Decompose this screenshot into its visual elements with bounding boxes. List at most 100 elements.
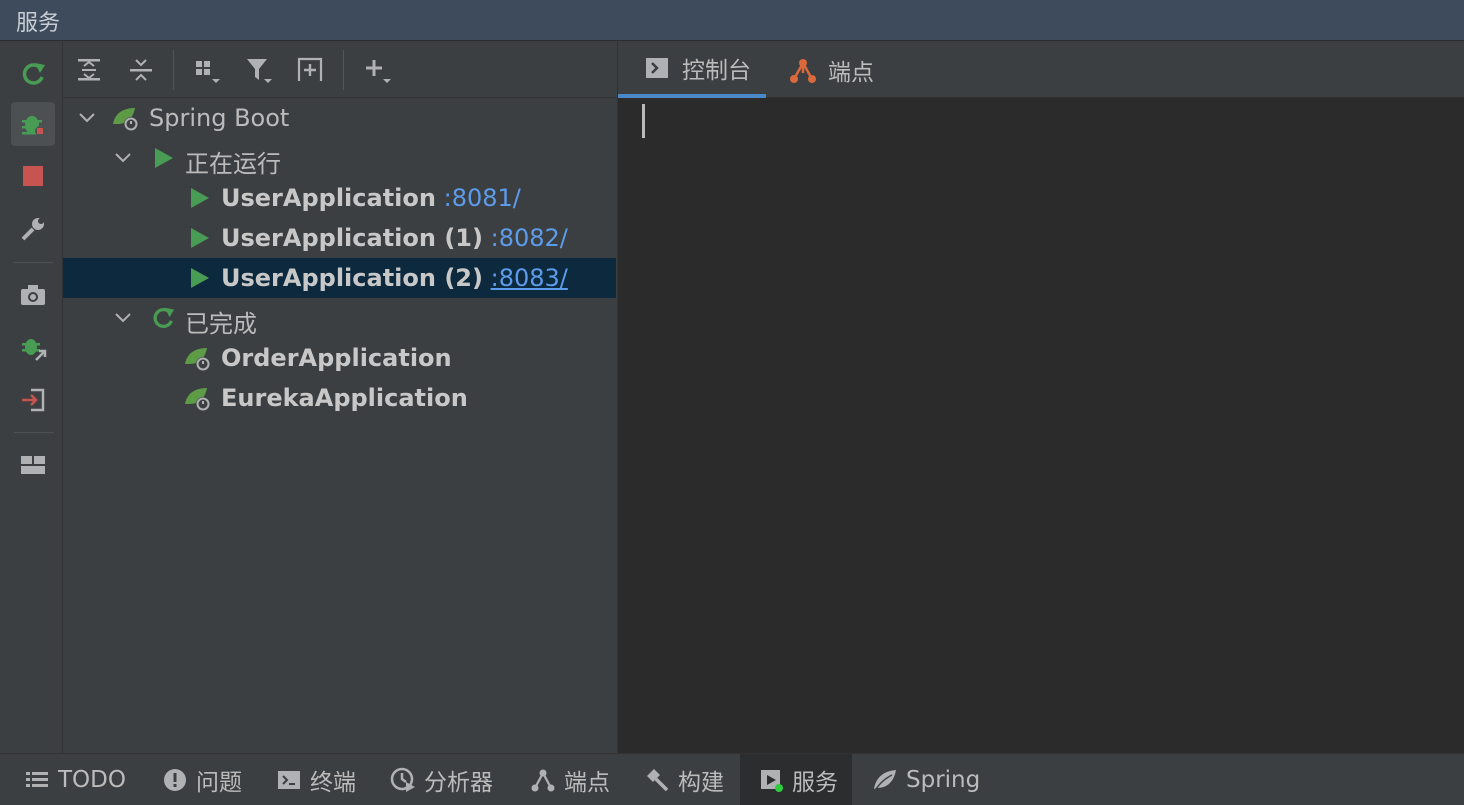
spring-leaf-icon [872,767,898,793]
run-icon [185,184,213,212]
tree-node-running-group[interactable]: 正在运行 [63,138,616,178]
attach-debugger-icon [22,339,47,361]
tree-node-label: 已完成 [185,310,257,338]
services-side-toolbar [4,42,63,753]
spring-boot-icon [111,104,139,132]
tab-label: 控制台 [682,58,751,84]
problems-icon [162,767,188,793]
app-name: EurekaApplication [221,384,468,412]
tree-node-eureka-application[interactable]: EurekaApplication [63,378,616,418]
attach-debugger-button[interactable] [11,326,55,370]
tool-tab-label: 端点 [564,770,610,796]
tool-tab-profiler[interactable]: 分析器 [390,754,493,805]
tree-node-finished-group[interactable]: 已完成 [63,298,616,338]
tool-tab-todo[interactable]: TODO [24,754,126,805]
services-icon [758,767,784,793]
tool-tab-build[interactable]: 构建 [644,754,724,805]
spring-boot-icon [183,344,211,372]
expand-all-icon [78,59,100,81]
tool-window-bar: TODO 问题 终端 分析器 端点 构建 服务 Spring [0,753,1464,805]
run-icon [185,224,213,252]
layout-button[interactable] [11,443,55,487]
run-icon [149,144,177,172]
app-port-link[interactable]: :8082/ [491,224,568,252]
collapse-all-button[interactable] [123,52,159,88]
app-name: UserApplication (2) [221,264,483,292]
tree-node-user-application-1[interactable]: UserApplication (1) :8082/ [63,218,616,258]
app-port-link[interactable]: :8081/ [444,184,521,212]
text-caret [642,104,645,138]
group-by-icon [196,61,220,83]
exit-button[interactable] [11,378,55,422]
tool-tab-label: 服务 [792,770,838,796]
tool-tab-problems[interactable]: 问题 [162,754,242,805]
stop-button[interactable] [11,154,55,198]
services-tree-panel: Spring Boot 正在运行 UserApplication :8081/ … [63,42,616,753]
hammer-icon [644,767,670,793]
app-name: UserApplication [221,184,436,212]
tool-tab-label: TODO [58,767,126,793]
tool-tab-label: 终端 [310,770,356,796]
tool-tab-label: Spring [906,767,981,793]
app-name: OrderApplication [221,344,452,372]
dump-threads-button[interactable] [11,273,55,317]
rerun-icon [22,63,45,85]
tool-tab-endpoints[interactable]: 端点 [530,754,610,805]
tab-label: 端点 [828,60,874,86]
expand-all-button[interactable] [71,52,107,88]
debug-button[interactable] [11,102,55,146]
services-title-bar: 服务 [0,0,1464,41]
add-icon [366,60,391,83]
group-by-button[interactable] [189,52,225,88]
wrench-icon [21,218,44,241]
console-panel: 控制台 端点 [617,42,1464,753]
tree-node-label: 正在运行 [185,150,281,178]
tool-tab-label: 问题 [196,770,242,796]
stop-icon [23,166,43,186]
profiler-icon [390,767,416,793]
chevron-down-icon [79,113,95,123]
add-service-button[interactable] [359,52,395,88]
tab-endpoints[interactable]: 端点 [788,42,908,98]
console-icon [646,58,668,78]
tool-tab-services[interactable]: 服务 [740,754,852,805]
tree-node-order-application[interactable]: OrderApplication [63,338,616,378]
tool-tab-terminal[interactable]: 终端 [276,754,356,805]
camera-icon [21,285,45,305]
tool-tab-label: 构建 [678,770,724,796]
endpoints-icon [790,59,816,83]
settings-button[interactable] [11,207,55,251]
toolbar-separator [173,50,174,90]
window-title: 服务 [16,11,61,36]
rerun-icon [149,304,177,332]
rerun-button[interactable] [11,52,55,96]
tab-console[interactable]: 控制台 [618,42,766,98]
layout-icon [21,456,45,474]
filter-icon [247,59,272,83]
toolbar-separator [343,50,344,90]
debug-icon [22,116,45,136]
filter-button[interactable] [241,52,277,88]
tool-tab-label: 分析器 [424,770,493,796]
endpoints-icon [530,767,556,793]
tree-toolbar [63,42,616,98]
terminal-icon [276,767,302,793]
collapse-all-icon [130,59,152,81]
new-pane-icon [297,57,323,81]
toolbar-separator [14,262,54,263]
list-icon [24,767,50,793]
tree-node-label: Spring Boot [149,104,290,132]
run-icon [185,264,213,292]
exit-icon [22,388,45,412]
spring-boot-icon [183,384,211,412]
toolbar-separator [14,432,54,433]
console-tab-bar: 控制台 端点 [618,42,1464,98]
new-pane-button[interactable] [292,52,328,88]
tree-node-user-application-2[interactable]: UserApplication (2) :8083/ [63,258,616,298]
app-name: UserApplication (1) [221,224,483,252]
tool-tab-spring[interactable]: Spring [872,754,980,805]
chevron-down-icon [115,313,131,323]
tree-node-user-application[interactable]: UserApplication :8081/ [63,178,616,218]
tree-node-spring-boot[interactable]: Spring Boot [63,98,616,138]
app-port-link[interactable]: :8083/ [491,264,568,292]
